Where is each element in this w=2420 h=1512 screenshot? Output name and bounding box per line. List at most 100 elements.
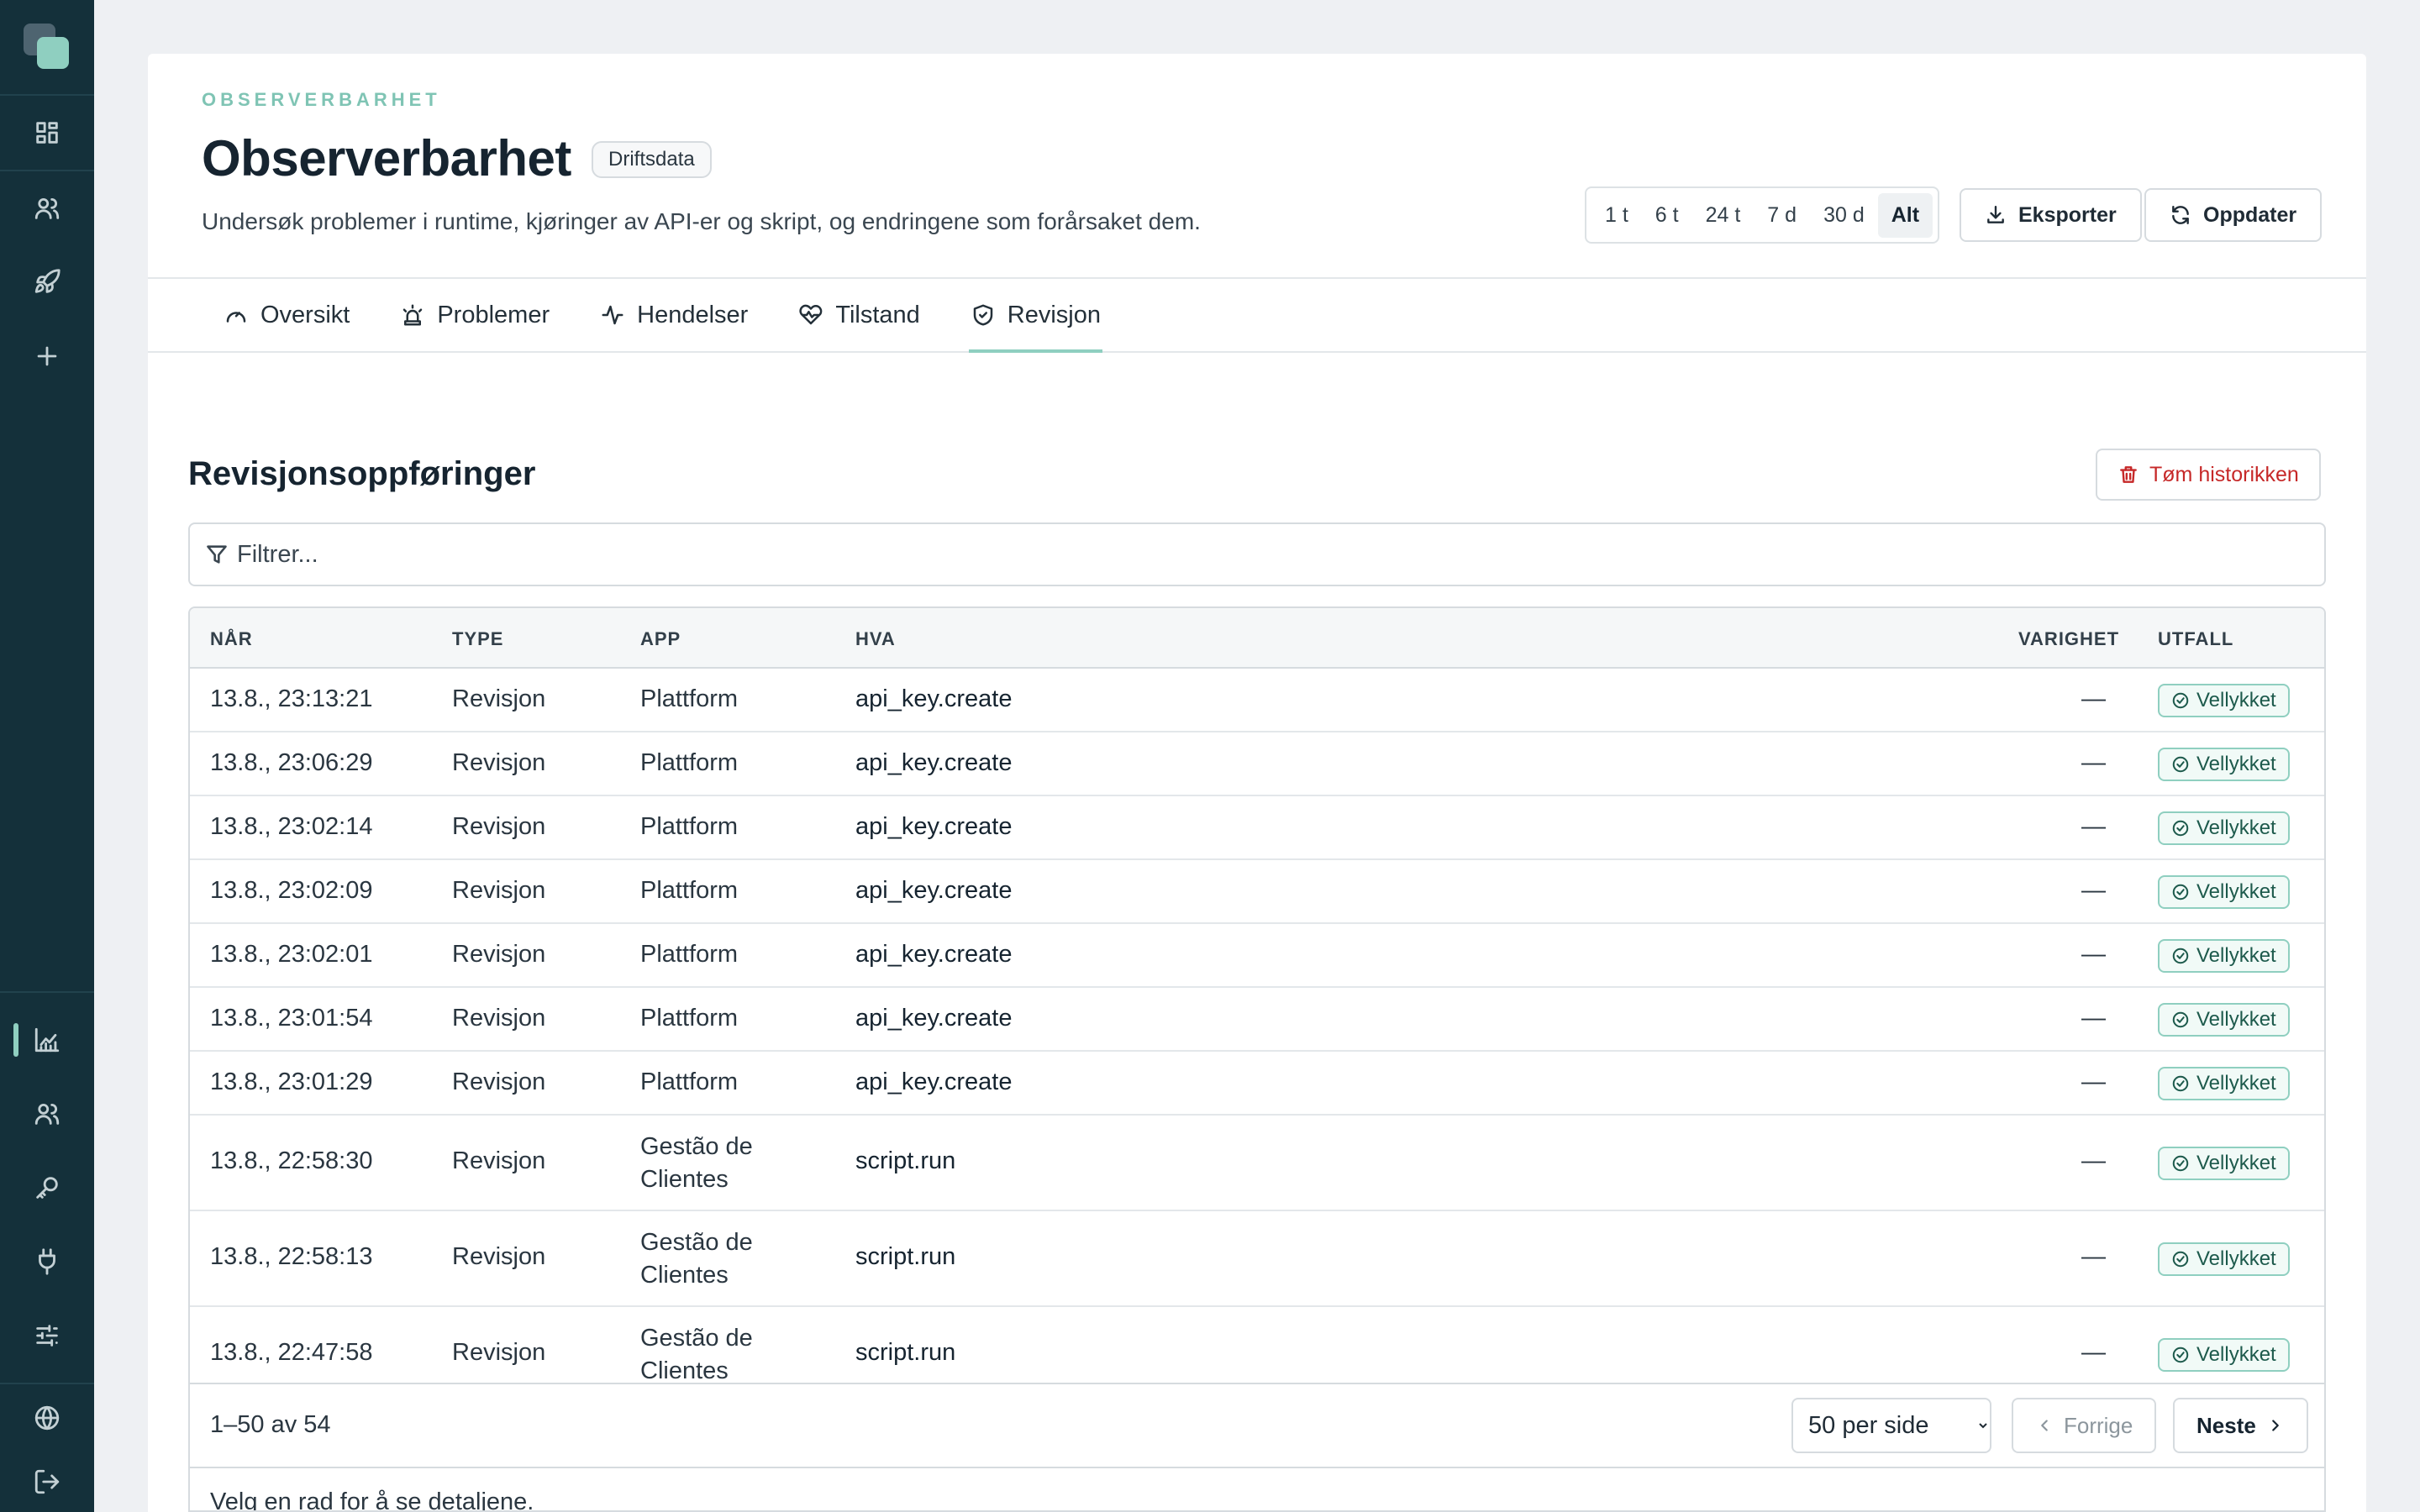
- cell-what: api_key.create: [855, 1068, 1013, 1095]
- sliders-icon: [36, 1325, 58, 1347]
- tab-health[interactable]: Tilstand: [797, 279, 921, 351]
- sidebar-item-deploy[interactable]: [0, 245, 94, 319]
- cell-type: Revisjon: [452, 1243, 546, 1270]
- status-label: Vellykket: [2196, 1072, 2276, 1095]
- cell-type: Revisjon: [452, 813, 546, 840]
- cell-when: 13.8., 23:13:21: [210, 685, 373, 712]
- cell-app: Plattform: [640, 1068, 739, 1095]
- cell-app: Plattform: [640, 749, 739, 776]
- check-circle-icon: [2172, 756, 2189, 773]
- refresh-button[interactable]: Oppdater: [2144, 188, 2323, 242]
- cell-type: Revisjon: [452, 941, 546, 968]
- globe-icon: [34, 1405, 60, 1431]
- sidebar-item-add[interactable]: [0, 319, 94, 393]
- column-header-app[interactable]: APP: [640, 628, 681, 650]
- cell-what: script.run: [855, 1147, 956, 1174]
- plus-icon: [37, 346, 57, 366]
- filter-field: [188, 522, 2326, 586]
- cell-duration: —: [2081, 685, 2106, 712]
- chevron-left-icon: [2041, 1420, 2048, 1431]
- cell-duration: —: [2081, 749, 2106, 776]
- cell-when: 13.8., 23:02:01: [210, 941, 373, 968]
- next-page-button[interactable]: Neste: [2173, 1398, 2308, 1453]
- cell-app: Plattform: [640, 877, 739, 904]
- previous-page-button[interactable]: Forrige: [2012, 1398, 2157, 1453]
- table-row[interactable]: 13.8., 23:02:09 Revisjon Plattform api_key.…: [190, 860, 2324, 924]
- table-row[interactable]: 13.8., 23:01:29 Revisjon Plattform api_key.…: [190, 1052, 2324, 1116]
- key-icon: [36, 1177, 58, 1199]
- range-6h[interactable]: 6 t: [1642, 193, 1692, 238]
- tab-events[interactable]: Hendelser: [598, 279, 750, 351]
- audit-table: NÅR TYPE APP HVA VARIGHET UTFALL 13.8., …: [188, 606, 2326, 1512]
- status-badge: Vellykket: [2158, 1338, 2290, 1372]
- column-header-type[interactable]: TYPE: [452, 628, 503, 650]
- range-all[interactable]: Alt: [1877, 192, 1933, 238]
- sidebar-item-integrations[interactable]: [0, 1225, 94, 1299]
- sidebar-item-users[interactable]: [0, 171, 94, 245]
- app-logo[interactable]: [24, 24, 71, 71]
- table-row[interactable]: 13.8., 22:47:58 Revisjon Gestão de Cliente…: [190, 1307, 2324, 1383]
- sidebar-item-language[interactable]: [0, 1384, 94, 1452]
- sidebar-item-dashboard[interactable]: [0, 96, 94, 170]
- range-30d[interactable]: 30 d: [1810, 193, 1878, 238]
- cell-duration: —: [2081, 1243, 2106, 1270]
- status-badge: Vellykket: [2158, 684, 2290, 717]
- table-row[interactable]: 13.8., 23:02:14 Revisjon Plattform api_key.…: [190, 796, 2324, 860]
- chart-icon: [34, 1027, 60, 1053]
- filter-input[interactable]: [237, 540, 2254, 569]
- cell-when: 13.8., 22:47:58: [210, 1339, 373, 1366]
- cell-app: Plattform: [640, 685, 739, 712]
- cell-duration: —: [2081, 1005, 2106, 1032]
- range-1h[interactable]: 1 t: [1591, 193, 1642, 238]
- cell-app: Gestão de Clientes: [640, 1133, 753, 1193]
- range-7d[interactable]: 7 d: [1754, 193, 1810, 238]
- tab-overview[interactable]: Oversikt: [222, 279, 351, 351]
- tab-label: Problemer: [437, 301, 550, 328]
- check-circle-icon: [2172, 1011, 2189, 1028]
- table-row[interactable]: 13.8., 23:13:21 Revisjon Plattform api_key.…: [190, 669, 2324, 732]
- column-header-outcome[interactable]: UTFALL: [2158, 628, 2233, 650]
- gauge-icon: [226, 312, 246, 323]
- column-header-when[interactable]: NÅR: [210, 628, 253, 650]
- plug-icon: [39, 1248, 55, 1275]
- status-label: Vellykket: [2196, 1247, 2276, 1270]
- detail-hint: Velg en rad for å se detaljene.: [190, 1467, 2324, 1510]
- page-badge: Driftsdata: [592, 141, 712, 178]
- table-row[interactable]: 13.8., 23:06:29 Revisjon Plattform api_key.…: [190, 732, 2324, 796]
- filter-icon: [207, 545, 227, 564]
- next-page-label: Neste: [2196, 1412, 2256, 1438]
- status-label: Vellykket: [2196, 1152, 2276, 1174]
- sidebar-item-members[interactable]: [0, 1077, 94, 1151]
- table-row[interactable]: 13.8., 23:02:01 Revisjon Plattform api_key.…: [190, 924, 2324, 988]
- cell-what: script.run: [855, 1339, 956, 1366]
- time-range-selector: 1 t 6 t 24 t 7 d 30 d Alt: [1585, 186, 1940, 244]
- table-row[interactable]: 13.8., 22:58:30 Revisjon Gestão de Cliente…: [190, 1116, 2324, 1211]
- check-circle-icon: [2172, 1251, 2189, 1268]
- sidebar-item-keys[interactable]: [0, 1151, 94, 1225]
- sidebar-item-logout[interactable]: [0, 1452, 94, 1512]
- table-row[interactable]: 13.8., 22:58:13 Revisjon Gestão de Cliente…: [190, 1211, 2324, 1307]
- cell-what: api_key.create: [855, 941, 1013, 968]
- sidebar-item-observability[interactable]: [0, 1003, 94, 1077]
- rocket-icon: [34, 269, 60, 293]
- column-header-what[interactable]: HVA: [855, 628, 896, 650]
- chevron-right-icon: [2271, 1420, 2279, 1431]
- export-button[interactable]: Eksporter: [1960, 188, 2142, 242]
- export-label: Eksporter: [2018, 202, 2117, 227]
- page-title: Observerbarhet: [202, 130, 571, 186]
- tab-bar: Oversikt Problemer Hendelser Tilstand Re…: [148, 279, 2366, 353]
- status-badge: Vellykket: [2158, 1242, 2290, 1276]
- per-page-select[interactable]: 50 per side: [1791, 1398, 1991, 1453]
- range-24h[interactable]: 24 t: [1692, 193, 1754, 238]
- clear-history-button[interactable]: Tøm historikken: [2096, 449, 2321, 501]
- tab-audit[interactable]: Revisjon: [968, 279, 1103, 353]
- sidebar-item-settings[interactable]: [0, 1299, 94, 1373]
- cell-type: Revisjon: [452, 1068, 546, 1095]
- cell-type: Revisjon: [452, 1147, 546, 1174]
- column-header-duration[interactable]: VARIGHET: [2018, 628, 2119, 650]
- cell-duration: —: [2081, 1339, 2106, 1366]
- table-row[interactable]: 13.8., 23:01:54 Revisjon Plattform api_key.…: [190, 988, 2324, 1052]
- cell-type: Revisjon: [452, 749, 546, 776]
- users-icon: [34, 1103, 60, 1125]
- tab-problems[interactable]: Problemer: [398, 279, 551, 351]
